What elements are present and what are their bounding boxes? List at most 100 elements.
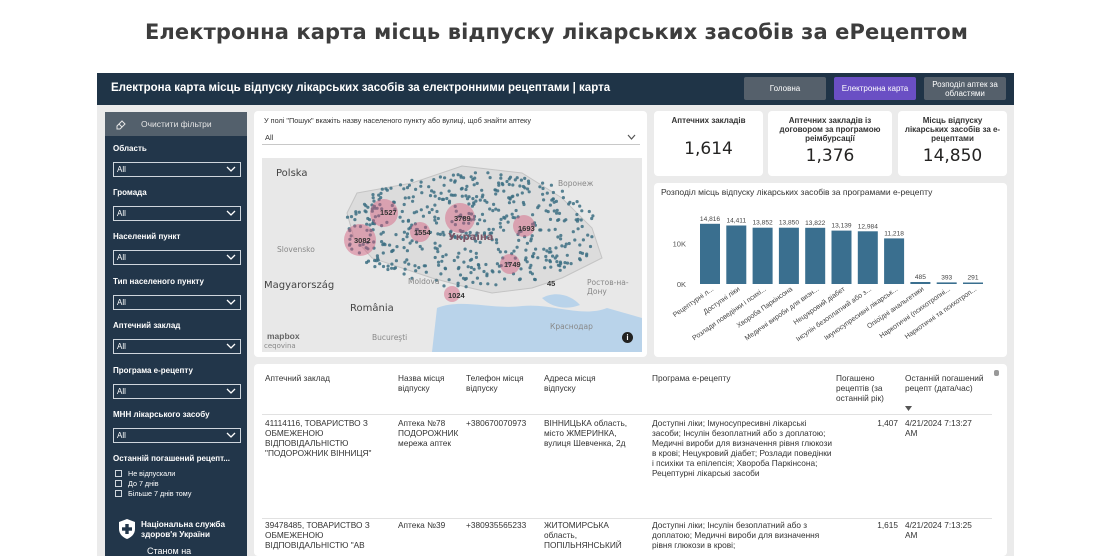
pharmacy-point[interactable] [443, 266, 447, 270]
pharmacy-point[interactable] [465, 197, 470, 201]
pharmacy-point[interactable] [389, 186, 393, 190]
pharmacy-point[interactable] [419, 184, 423, 188]
pharmacy-point[interactable] [543, 266, 547, 270]
cluster-label[interactable]: 1024 [448, 291, 465, 300]
pharmacy-point[interactable] [390, 262, 394, 266]
pharmacy-point[interactable] [478, 218, 482, 222]
pharmacy-point[interactable] [519, 178, 523, 182]
pharmacy-point[interactable] [457, 265, 461, 270]
pharmacy-point[interactable] [496, 247, 500, 251]
pharmacy-point[interactable] [395, 245, 399, 249]
pharmacy-point[interactable] [542, 198, 546, 202]
pharmacy-point[interactable] [478, 198, 482, 202]
pharmacy-point[interactable] [524, 248, 528, 252]
pharmacy-point[interactable] [494, 192, 498, 196]
pharmacy-point[interactable] [384, 187, 388, 191]
pharmacy-point[interactable] [527, 190, 531, 194]
pharmacy-point[interactable] [443, 176, 447, 180]
pharmacy-point[interactable] [573, 238, 577, 242]
pharmacy-point[interactable] [440, 259, 444, 263]
column-header[interactable]: Аптечний заклад [265, 373, 390, 383]
pharmacy-point[interactable] [491, 209, 495, 213]
pharmacy-point[interactable] [578, 251, 582, 255]
pharmacy-point[interactable] [485, 274, 489, 278]
pharmacy-point[interactable] [495, 241, 499, 245]
pharmacy-point[interactable] [558, 260, 562, 264]
pharmacy-point[interactable] [475, 195, 479, 199]
pharmacy-point[interactable] [591, 214, 595, 218]
bar[interactable] [752, 227, 773, 284]
pharmacy-point[interactable] [415, 210, 419, 214]
pharmacy-point[interactable] [482, 269, 486, 274]
pharmacy-point[interactable] [558, 264, 562, 268]
pharmacy-point[interactable] [490, 269, 494, 273]
pharmacy-point[interactable] [512, 200, 516, 204]
pharmacy-point[interactable] [511, 194, 515, 198]
pharmacy-point[interactable] [471, 177, 475, 182]
pharmacy-point[interactable] [580, 209, 584, 213]
column-header[interactable]: Програма е-рецепту [652, 373, 822, 383]
pharmacy-point[interactable] [460, 194, 464, 198]
pharmacy-point[interactable] [400, 209, 404, 214]
pharmacy-map[interactable]: Polska Україна Slovensko Magyarország Ro… [262, 158, 642, 352]
pharmacy-point[interactable] [515, 245, 519, 249]
pharmacy-point[interactable] [554, 246, 558, 250]
pharmacy-point[interactable] [365, 260, 369, 265]
clear-filters-button[interactable]: Очистити фільтри [105, 112, 247, 136]
nav-home-button[interactable]: Головна [744, 77, 826, 100]
checkbox-box[interactable] [115, 479, 122, 487]
pharmacy-point[interactable] [533, 278, 537, 282]
pharmacy-point[interactable] [553, 227, 557, 231]
pharmacy-point[interactable] [541, 192, 545, 196]
pharmacy-point[interactable] [442, 284, 446, 288]
pharmacy-point[interactable] [507, 182, 511, 187]
program-dropdown[interactable]: All [113, 384, 241, 399]
pharmacy-point[interactable] [403, 267, 407, 271]
pharmacy-point[interactable] [405, 232, 410, 236]
pharmacy-point[interactable] [467, 202, 471, 206]
pharmacy-point[interactable] [438, 232, 442, 236]
pharmacy-point[interactable] [413, 264, 417, 268]
pharmacy-point[interactable] [544, 258, 548, 262]
map-search-dropdown[interactable]: All [262, 130, 640, 145]
cluster-label[interactable]: 3082 [354, 236, 371, 245]
pharmacy-point[interactable] [453, 180, 457, 184]
pharmacy-point[interactable] [383, 243, 387, 247]
info-icon[interactable]: i [622, 332, 633, 343]
pharmacy-point[interactable] [436, 216, 440, 221]
pharmacy-point[interactable] [525, 241, 529, 245]
pharmacy-point[interactable] [477, 266, 481, 270]
pharmacy-point[interactable] [557, 211, 562, 215]
pharmacy-point[interactable] [502, 228, 506, 232]
bar[interactable] [805, 227, 826, 284]
pharmacy-point[interactable] [363, 209, 367, 213]
settlement-type-dropdown[interactable]: All [113, 295, 241, 310]
pharmacy-point[interactable] [371, 196, 375, 200]
pharmacy-point[interactable] [571, 230, 575, 234]
pharmacy-point[interactable] [502, 189, 506, 193]
pharmacy-point[interactable] [381, 251, 385, 255]
pharmacy-point[interactable] [526, 179, 531, 183]
bar[interactable] [884, 238, 905, 284]
pharmacy-point[interactable] [562, 265, 566, 269]
pharmacy-point[interactable] [403, 196, 407, 200]
pharmacy-point[interactable] [514, 208, 518, 213]
hromada-dropdown[interactable]: All [113, 206, 241, 221]
pharmacy-point[interactable] [542, 247, 546, 251]
pharmacy-point[interactable] [587, 209, 591, 214]
pharmacy-point[interactable] [407, 262, 411, 266]
pharmacy-point[interactable] [548, 217, 553, 221]
pharmacy-point[interactable] [420, 247, 424, 251]
pharmacy-point[interactable] [578, 243, 582, 247]
pharmacy-point[interactable] [407, 183, 411, 187]
pharmacy-point[interactable] [469, 265, 473, 270]
pharmacy-point[interactable] [466, 265, 470, 269]
pharmacy-point[interactable] [435, 209, 439, 214]
pharmacy-point[interactable] [548, 203, 552, 207]
pharmacy-point[interactable] [419, 208, 423, 212]
pharmacy-point[interactable] [488, 207, 492, 211]
pharmacy-point[interactable] [590, 235, 594, 239]
pharmacy-point[interactable] [464, 187, 468, 192]
pharmacy-point[interactable] [523, 176, 527, 180]
pharmacy-point[interactable] [456, 284, 460, 288]
